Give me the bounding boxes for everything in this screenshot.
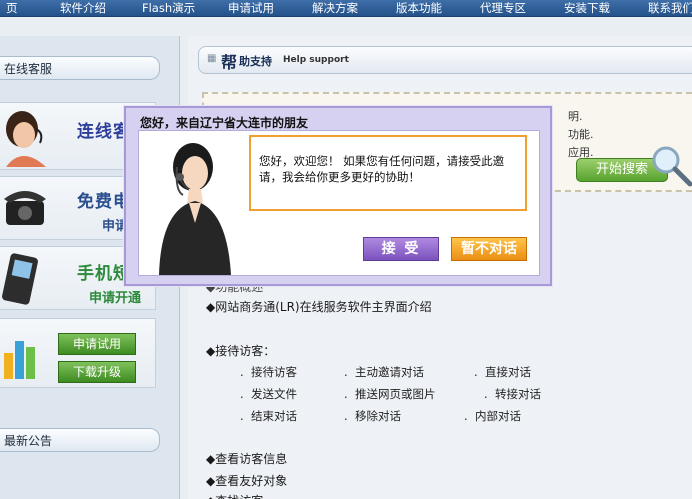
link-direct-chat[interactable]: . 直接对话 xyxy=(474,364,531,380)
nav-item-trial[interactable]: 申请试用 xyxy=(228,1,274,15)
trial-download-panel: 申请试用 下载升级 xyxy=(0,318,156,388)
nav-item-contact[interactable]: 联系我们 xyxy=(648,1,692,15)
nav-item-download[interactable]: 安装下载 xyxy=(564,1,610,15)
nav-item-software-intro[interactable]: 软件介绍 xyxy=(60,1,106,15)
magnifier-icon xyxy=(652,146,692,187)
announcement-title: 最新公告 xyxy=(0,428,160,452)
help-line-1: 明. xyxy=(568,110,583,123)
help-support-header: ▦ 帮 助支持 Help support xyxy=(198,46,692,74)
trial-button[interactable]: 申请试用 xyxy=(58,333,136,355)
dialog-body: 您好，欢迎您！ 如果您有任何问题，请接受此邀请，我会给你更多更好的协助！ 接 受… xyxy=(138,130,540,276)
agent-avatar-icon xyxy=(6,111,46,167)
bar-chart-icon xyxy=(4,341,35,379)
nav-item-flash-demo[interactable]: Flash演示 xyxy=(142,1,195,15)
find-visitor-link[interactable]: ◆查找访客 xyxy=(206,492,263,499)
intro-link[interactable]: ◆网站商务通(LR)在线服务软件主界面介绍 xyxy=(206,298,432,315)
online-service-title: 在线客服 xyxy=(0,56,160,80)
grid-icon: ▦ xyxy=(207,53,217,64)
decline-button[interactable]: 暂不对话 xyxy=(451,237,527,261)
friends-link[interactable]: ◆查看友好对象 xyxy=(206,472,287,489)
reception-title: ◆接待访客： xyxy=(206,344,276,358)
link-send-file[interactable]: . 发送文件 xyxy=(240,386,297,402)
accept-button[interactable]: 接 受 xyxy=(363,237,439,261)
help-title: 助支持 xyxy=(239,55,272,68)
mobile-phone-icon xyxy=(2,253,38,305)
help-line-2: 功能. xyxy=(568,128,594,141)
link-transfer[interactable]: . 转接对话 xyxy=(484,386,541,402)
sms-card-sub: 申请开通 xyxy=(88,291,141,306)
telephone-icon xyxy=(4,191,46,225)
help-title-char: 帮 xyxy=(221,53,238,72)
download-button[interactable]: 下载升级 xyxy=(58,361,136,383)
link-end-chat[interactable]: . 结束对话 xyxy=(240,408,297,424)
visitor-info-link[interactable]: ◆查看访客信息 xyxy=(206,450,287,467)
agent-with-headset-icon xyxy=(159,143,231,275)
invitation-message: 您好，欢迎您！ 如果您有任何问题，请接受此邀请，我会给你更多更好的协助！ xyxy=(249,135,527,211)
help-title-en: Help support xyxy=(283,55,349,65)
nav-item-solutions[interactable]: 解决方案 xyxy=(312,1,358,15)
nav-item-features[interactable]: 版本功能 xyxy=(396,1,442,15)
link-internal-chat[interactable]: . 内部对话 xyxy=(464,408,521,424)
nav-item-agent[interactable]: 代理专区 xyxy=(480,1,526,15)
link-reception[interactable]: . 接待访客 xyxy=(240,364,297,380)
dialog-title: 您好，来自辽宁省大连市的朋友 xyxy=(140,116,309,130)
nav-item-home[interactable]: 页 xyxy=(6,1,18,15)
link-remove-chat[interactable]: . 移除对话 xyxy=(344,408,401,424)
top-navigation: 页 软件介绍 Flash演示 申请试用 解决方案 版本功能 代理专区 安装下载 … xyxy=(0,0,692,17)
link-invite[interactable]: . 主动邀请对话 xyxy=(344,364,424,380)
link-push-page[interactable]: . 推送网页或图片 xyxy=(344,386,435,402)
chat-invitation-dialog: 您好，来自辽宁省大连市的朋友 您好，欢迎您！ 如果您有任何问题，请接受此邀请，我… xyxy=(124,106,552,286)
